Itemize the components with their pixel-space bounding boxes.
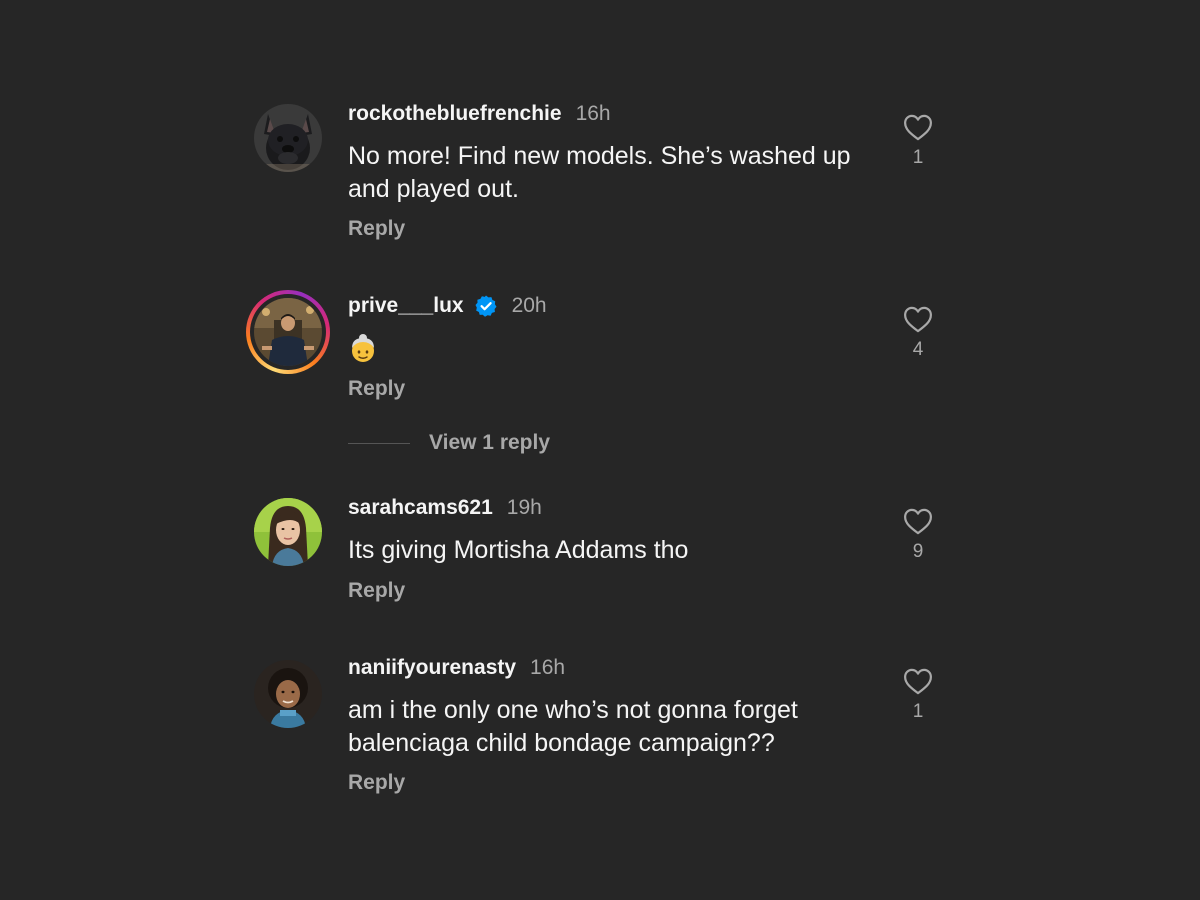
username[interactable]: sarahcams621 [348,496,493,520]
reply-button[interactable]: Reply [348,579,405,603]
man-avatar-image [254,298,322,366]
username[interactable]: rockothebluefrenchie [348,102,562,126]
avatar-story-ring[interactable] [246,290,330,374]
like-button[interactable]: 1 [896,114,940,169]
avatar[interactable] [254,660,322,728]
comment-header: naniifyourenasty 16h [348,653,565,683]
heart-icon[interactable] [903,508,933,535]
comment-text: No more! Find new models. She’s washed u… [348,142,851,203]
woman-avatar-image [254,498,322,566]
timestamp: 16h [530,656,566,679]
username[interactable]: prive___lux [348,294,464,318]
like-count: 4 [912,339,924,360]
reply-button[interactable]: Reply [348,771,405,795]
heart-icon[interactable] [903,668,933,695]
like-count: 9 [912,541,924,562]
view-replies-button[interactable]: View 1 reply [348,428,550,458]
timestamp: 19h [506,496,542,519]
comment-text [348,333,878,374]
comment-header: prive___lux 20h [348,291,547,321]
like-count: 1 [912,147,924,168]
like-button[interactable]: 4 [896,306,940,361]
reply-button[interactable]: Reply [348,217,405,241]
like-button[interactable]: 9 [896,508,940,563]
reply-button[interactable]: Reply [348,377,405,401]
comment-text: Its giving Mortisha Addams tho [348,536,689,564]
timestamp: 16h [575,102,611,125]
view-replies-label[interactable]: View 1 reply [429,431,550,455]
divider [348,442,410,444]
like-button[interactable]: 1 [896,668,940,723]
older-person-emoji-icon [352,334,374,362]
comment-text: am i the only one who’s not gonna forget… [348,696,798,757]
verified-badge-icon [475,295,497,317]
avatar [254,298,322,366]
username[interactable]: naniifyourenasty [348,656,516,680]
comment-header: sarahcams621 19h [348,493,542,523]
comment-header: rockothebluefrenchie 16h [348,99,611,129]
like-count: 1 [912,701,924,722]
child-avatar-image [254,660,322,728]
french-bulldog-avatar-image [254,104,322,172]
heart-icon[interactable] [903,114,933,141]
avatar[interactable] [254,104,322,172]
heart-icon[interactable] [903,306,933,333]
timestamp: 20h [511,294,547,317]
avatar[interactable] [254,498,322,566]
